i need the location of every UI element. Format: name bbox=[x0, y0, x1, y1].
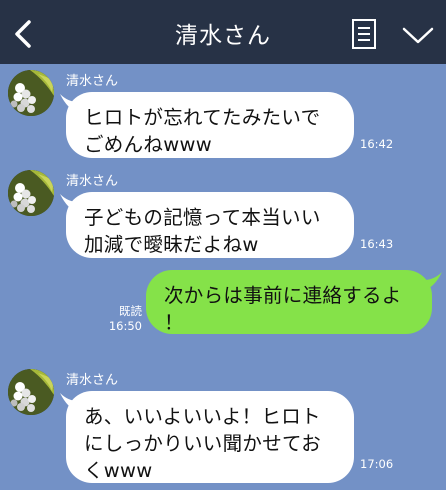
message-line: 加減で曖昧だよねw bbox=[84, 233, 259, 256]
message-line: 次からは事前に連絡するよ bbox=[164, 284, 402, 307]
message-time: 16:43 bbox=[360, 237, 394, 251]
message-bubble[interactable]: ヒロトが忘れてたみたいで ごめんねwww bbox=[66, 92, 354, 158]
message-line: くwww bbox=[84, 459, 153, 482]
message-time: 17:06 bbox=[360, 457, 394, 471]
avatar[interactable] bbox=[8, 70, 54, 116]
message-line: にしっかりいい聞かせてお bbox=[84, 432, 322, 455]
message-bubble[interactable]: 次からは事前に連絡するよ ！ bbox=[146, 270, 432, 334]
chevron-down-icon bbox=[402, 27, 434, 44]
message-line: ごめんねwww bbox=[84, 133, 212, 156]
message-line: あ、いいよいいよ！ヒロト bbox=[84, 405, 321, 428]
sender-name: 清水さん bbox=[66, 373, 119, 388]
sender-name: 清水さん bbox=[66, 174, 119, 189]
message-time: 16:42 bbox=[360, 137, 394, 151]
grapes-avatar-image bbox=[8, 70, 54, 116]
avatar[interactable] bbox=[8, 170, 54, 216]
sender-name: 清水さん bbox=[66, 74, 119, 89]
message-line: ！ bbox=[164, 311, 184, 334]
grapes-avatar-image bbox=[8, 170, 54, 216]
memo-button[interactable] bbox=[350, 18, 380, 52]
note-icon bbox=[352, 19, 376, 49]
message-bubble[interactable]: 子どもの記憶って本当いい 加減で曖昧だよねw bbox=[66, 192, 354, 258]
avatar[interactable] bbox=[8, 369, 54, 415]
read-receipt: 既読 16:50 bbox=[104, 304, 142, 334]
grapes-avatar-image bbox=[8, 369, 54, 415]
message-line: 子どもの記憶って本当いい bbox=[84, 206, 321, 229]
message-line: ヒロトが忘れてたみたいで bbox=[84, 106, 321, 129]
message-bubble[interactable]: あ、いいよいいよ！ヒロト にしっかりいい聞かせてお くwww bbox=[66, 391, 354, 483]
read-label: 既読 bbox=[119, 304, 142, 318]
chat-header: 清水さん bbox=[0, 0, 446, 64]
menu-button[interactable] bbox=[400, 22, 436, 50]
message-time: 16:50 bbox=[108, 319, 142, 333]
